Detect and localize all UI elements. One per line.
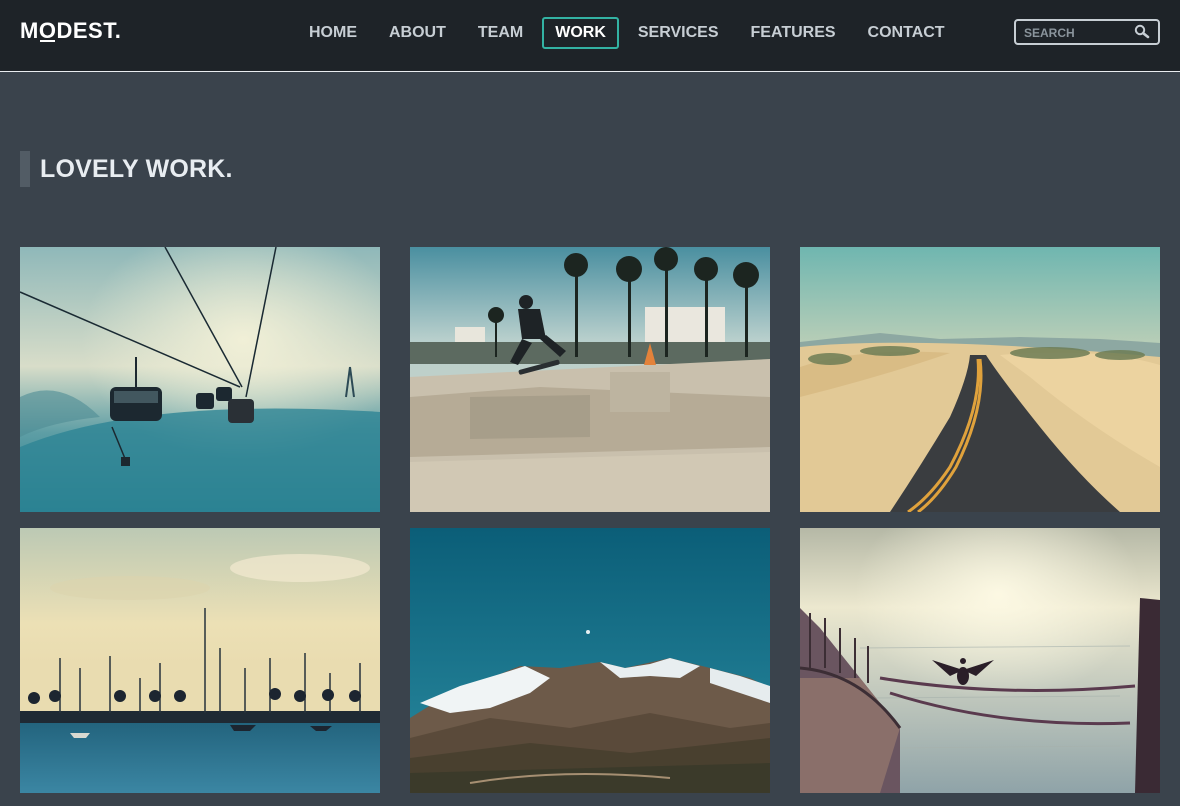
portfolio-item-harbor[interactable] — [20, 528, 380, 793]
portfolio-item-desert-road[interactable] — [800, 247, 1160, 512]
brand-logo-text: MODEST. — [20, 18, 122, 43]
portfolio-item-skatepark[interactable] — [410, 247, 770, 512]
section-title: LOVELY WORK. — [40, 154, 233, 183]
portfolio-item-mountains[interactable] — [410, 528, 770, 793]
section-heading: LOVELY WORK. — [20, 151, 233, 187]
search-input[interactable] — [1022, 23, 1134, 43]
heading-accent-bar — [20, 151, 30, 187]
nav-item-team[interactable]: TEAM — [465, 17, 536, 49]
nav-item-about[interactable]: ABOUT — [376, 17, 459, 49]
search-box — [1014, 19, 1160, 45]
main-nav: HOME ABOUT TEAM WORK SERVICES FEATURES C… — [296, 17, 964, 49]
nav-item-features[interactable]: FEATURES — [738, 17, 849, 49]
nav-item-contact[interactable]: CONTACT — [855, 17, 958, 49]
portfolio-item-pier[interactable] — [800, 528, 1160, 793]
skatepark-image — [410, 247, 770, 512]
desert-road-image — [800, 247, 1160, 512]
top-navbar: MODEST. HOME ABOUT TEAM WORK SERVICES FE… — [0, 0, 1180, 72]
nav-item-work[interactable]: WORK — [542, 17, 619, 49]
portfolio-item-ski-lift[interactable] — [20, 247, 380, 512]
nav-item-services[interactable]: SERVICES — [625, 17, 732, 49]
pier-image — [800, 528, 1160, 793]
harbor-image — [20, 528, 380, 793]
search-icon[interactable] — [1134, 24, 1150, 45]
ski-lift-image — [20, 247, 380, 512]
brand-logo[interactable]: MODEST. — [20, 18, 121, 44]
mountains-image — [410, 528, 770, 793]
nav-item-home[interactable]: HOME — [296, 17, 370, 49]
